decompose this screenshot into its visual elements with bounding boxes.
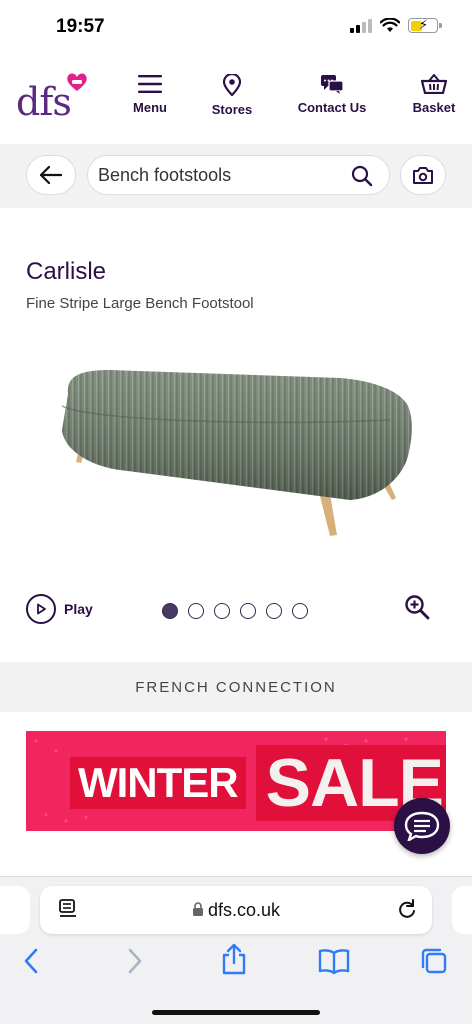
gallery-dot[interactable] (292, 603, 308, 619)
banner-text: WINTER SALE (70, 745, 446, 821)
bookmarks-icon[interactable] (318, 947, 350, 975)
play-video-button[interactable]: Play (26, 594, 93, 624)
address-bar[interactable]: dfs.co.uk (40, 886, 432, 934)
gallery-dot[interactable] (240, 603, 256, 619)
status-icons: ⚡ (350, 17, 442, 33)
arrow-left-icon (40, 166, 62, 184)
back-icon[interactable] (22, 947, 42, 975)
status-bar: 19:57 ⚡ (0, 0, 472, 56)
gallery-dot[interactable] (214, 603, 230, 619)
next-tab-preview[interactable] (452, 886, 472, 934)
product-title: Carlisle (26, 258, 107, 285)
camera-search-button[interactable] (400, 155, 446, 195)
forward-icon[interactable] (124, 947, 144, 975)
basket-icon (421, 74, 447, 94)
back-button[interactable] (26, 155, 76, 195)
lock-icon (192, 902, 203, 916)
play-label: Play (64, 601, 93, 617)
cellular-signal-icon (350, 18, 372, 33)
live-chat-button[interactable] (394, 798, 450, 854)
product-image[interactable] (50, 360, 430, 560)
previous-tab-preview[interactable] (0, 886, 30, 934)
gallery-dot[interactable] (266, 603, 282, 619)
battery-icon: ⚡ (408, 17, 442, 33)
nav-menu[interactable]: Menu (128, 74, 172, 115)
search-bar-area: Bench footstools (0, 144, 472, 208)
dfs-logo[interactable]: dfs (16, 73, 92, 126)
location-pin-icon (222, 74, 242, 96)
wifi-icon (380, 18, 400, 32)
search-input[interactable]: Bench footstools (87, 155, 390, 195)
home-indicator (152, 1010, 320, 1015)
nav-stores-label: Stores (211, 102, 253, 117)
nav-stores[interactable]: Stores (206, 74, 258, 117)
heart-sofa-icon (67, 73, 87, 91)
zoom-in-icon[interactable] (404, 594, 430, 620)
share-icon[interactable] (220, 943, 248, 975)
product-subtitle: Fine Stripe Large Bench Footstool (26, 295, 254, 312)
nav-basket-label: Basket (412, 100, 456, 115)
reload-icon[interactable] (396, 898, 418, 920)
site-header: dfs Menu Stores Contact Us Basket (0, 60, 472, 140)
camera-icon (413, 166, 433, 184)
gallery-dot[interactable] (162, 603, 178, 619)
winter-sale-banner[interactable]: WINTER SALE (26, 731, 446, 831)
safari-nav-toolbar (0, 943, 472, 983)
gallery-dot[interactable] (188, 603, 204, 619)
nav-basket[interactable]: Basket (408, 74, 460, 115)
chat-icon (404, 811, 440, 841)
play-icon (26, 594, 56, 624)
browser-toolbar: dfs.co.uk (0, 876, 472, 1024)
tabs-icon[interactable] (420, 947, 448, 975)
status-time: 19:57 (56, 16, 105, 37)
banner-winter-text: WINTER (70, 757, 246, 809)
brand-label: FRENCH CONNECTION (0, 662, 472, 712)
search-input-value: Bench footstools (98, 164, 232, 185)
nav-contact-us[interactable]: Contact Us (292, 74, 372, 115)
url-text: dfs.co.uk (207, 900, 281, 920)
chat-bubbles-icon (321, 75, 344, 94)
hamburger-icon (138, 75, 162, 93)
nav-contact-label: Contact Us (297, 100, 367, 115)
gallery-pagination (162, 603, 308, 619)
url-display: dfs.co.uk (40, 900, 432, 921)
logo-text: dfs (16, 80, 72, 124)
search-icon[interactable] (351, 165, 373, 187)
nav-menu-label: Menu (133, 100, 167, 115)
